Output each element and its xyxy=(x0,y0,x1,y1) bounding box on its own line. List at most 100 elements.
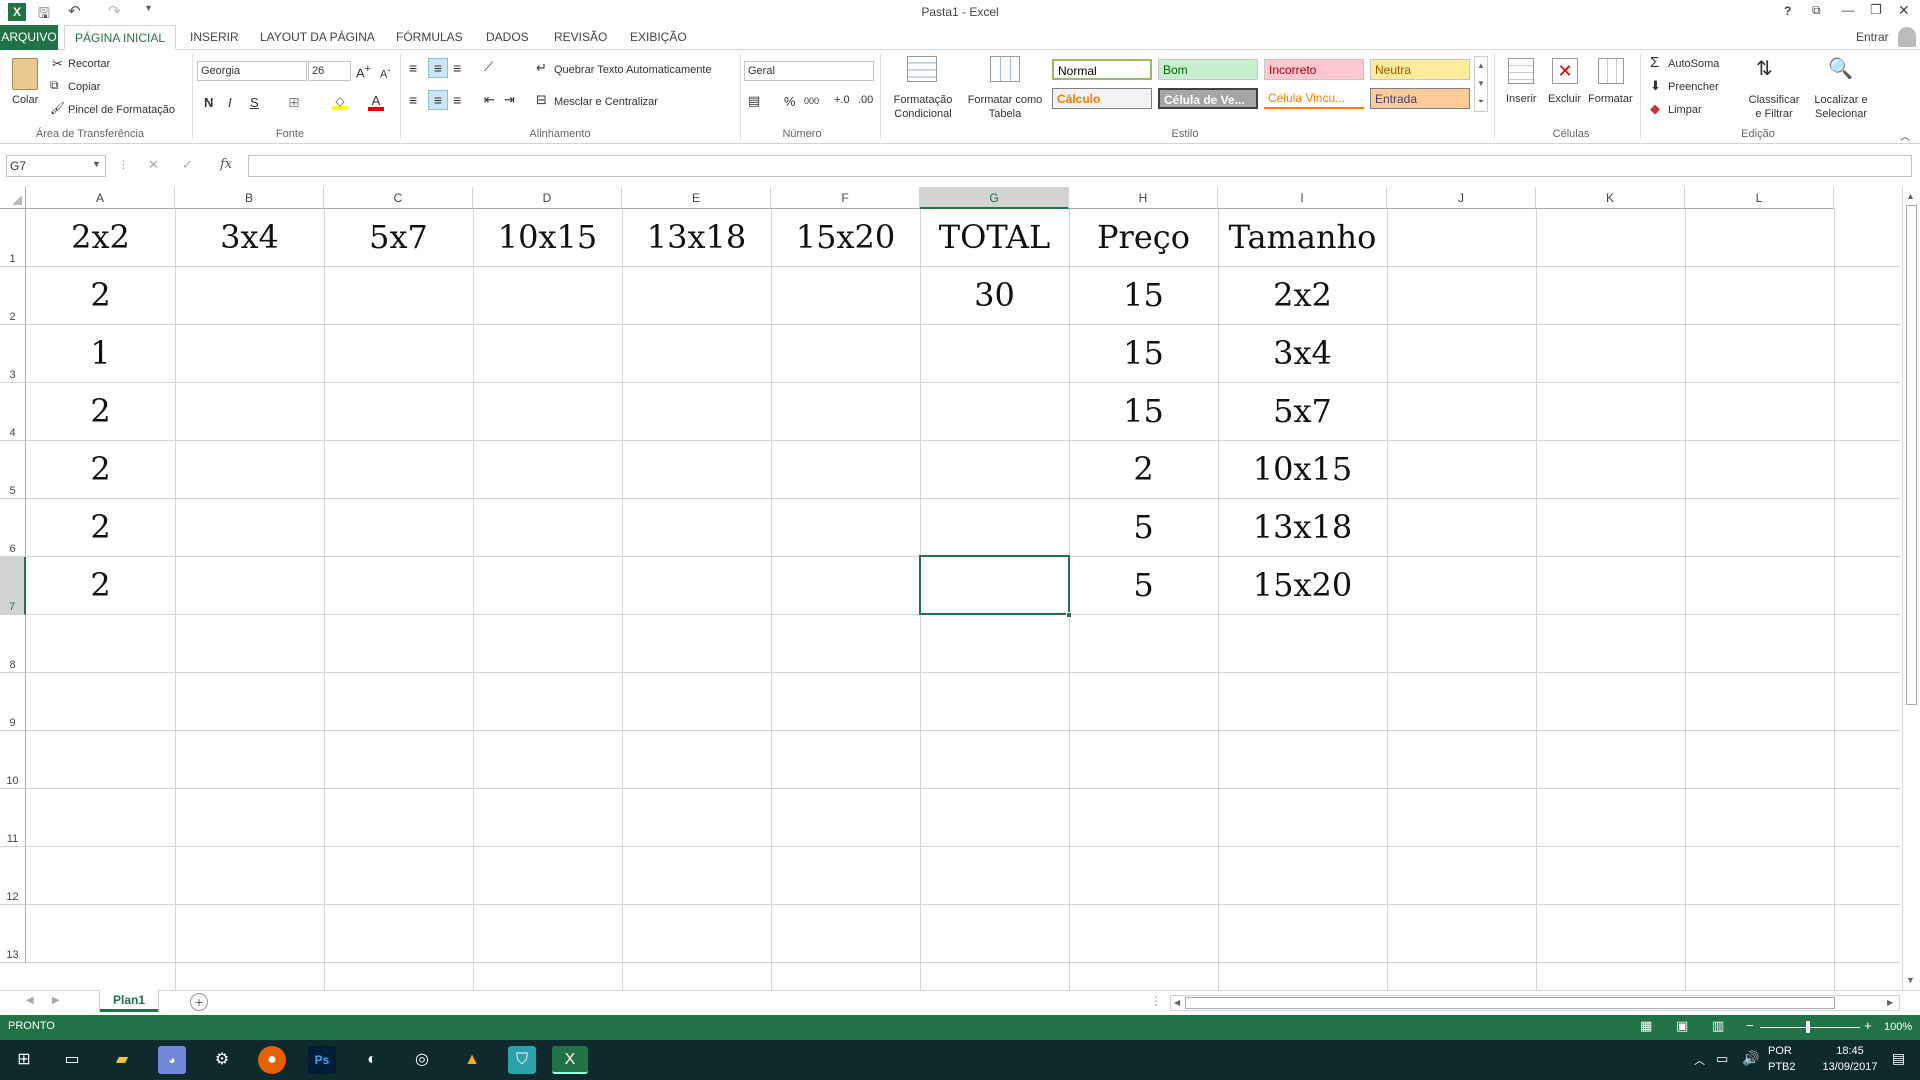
tab-split-handle[interactable]: ⋮ xyxy=(1150,994,1162,1008)
clear-icon[interactable]: ◆ xyxy=(1650,101,1660,117)
volume-icon[interactable]: 🔊 xyxy=(1742,1050,1759,1067)
autosum-button[interactable]: AutoSoma xyxy=(1668,58,1719,70)
ribbon-display-icon[interactable]: ⧉ xyxy=(1812,3,1821,18)
cell-c1[interactable]: 5x7 xyxy=(324,218,473,256)
style-good[interactable]: Bom xyxy=(1158,59,1258,80)
cell-b1[interactable]: 3x4 xyxy=(175,218,324,256)
new-sheet-button[interactable]: + xyxy=(190,993,208,1011)
merge-center-button[interactable]: Mesclar e Centralizar xyxy=(554,96,658,108)
fill-color-icon[interactable]: ◇ xyxy=(332,94,348,110)
align-bottom-icon[interactable]: ≡ xyxy=(453,60,461,76)
row-header-10[interactable]: 10 xyxy=(0,731,26,789)
formula-input[interactable] xyxy=(248,155,1912,177)
decrease-decimal-icon[interactable]: .00 xyxy=(858,94,873,106)
avatar-icon[interactable] xyxy=(1898,27,1916,47)
cell-g2[interactable]: 30 xyxy=(920,276,1069,314)
steam-icon[interactable]: ⚙ xyxy=(208,1046,236,1074)
style-bad[interactable]: Incorreto xyxy=(1264,59,1364,80)
borders-icon[interactable]: ⊞ xyxy=(288,94,300,111)
cell-i7[interactable]: 15x20 xyxy=(1218,566,1387,604)
scroll-down-icon[interactable]: ▼ xyxy=(1906,975,1915,985)
row-header-7[interactable]: 7 xyxy=(0,557,26,615)
format-painter-icon[interactable]: 🖌 xyxy=(50,101,65,115)
clear-button[interactable]: Limpar xyxy=(1668,104,1702,116)
collapse-ribbon-icon[interactable]: ︿ xyxy=(1900,128,1910,143)
orientation-icon[interactable]: ⟋ xyxy=(484,59,493,75)
column-header-b[interactable]: B xyxy=(175,187,324,209)
app-icon[interactable]: ▲ xyxy=(458,1046,486,1074)
sheet-tab-plan1[interactable]: Plan1 xyxy=(100,990,158,1012)
format-as-table-icon[interactable] xyxy=(990,56,1020,82)
copy-icon[interactable]: ⧉ xyxy=(50,78,59,93)
row-header-4[interactable]: 4 xyxy=(0,383,26,441)
row-header-9[interactable]: 9 xyxy=(0,673,26,731)
scroll-up-icon[interactable]: ▲ xyxy=(1906,191,1915,201)
cell-i6[interactable]: 13x18 xyxy=(1218,508,1387,546)
align-left-icon[interactable]: ≡ xyxy=(409,92,417,108)
cell-a2[interactable]: 2 xyxy=(26,276,175,314)
excel-taskbar-icon[interactable]: X xyxy=(552,1046,588,1074)
row-header-5[interactable]: 5 xyxy=(0,441,26,499)
fill-icon[interactable]: ⬇ xyxy=(1650,78,1661,94)
cut-icon[interactable]: ✂ xyxy=(52,56,63,72)
page-layout-view-icon[interactable]: ▣ xyxy=(1676,1018,1688,1034)
discord-icon[interactable]: ◕ xyxy=(158,1046,186,1074)
tab-page-layout[interactable]: LAYOUT DA PÁGINA xyxy=(250,25,385,50)
cell-h7[interactable]: 5 xyxy=(1069,566,1218,604)
file-explorer-icon[interactable]: ▰ xyxy=(108,1046,136,1074)
row-header-1[interactable]: 1 xyxy=(0,209,26,267)
style-neutral[interactable]: Neutra xyxy=(1370,59,1470,80)
minimize-icon[interactable]: — xyxy=(1842,3,1854,17)
tab-file[interactable]: ARQUIVO xyxy=(0,25,58,50)
tab-review[interactable]: REVISÃO xyxy=(544,25,617,50)
row-header-6[interactable]: 6 xyxy=(0,499,26,557)
cell-h6[interactable]: 5 xyxy=(1069,508,1218,546)
sort-filter-icon[interactable]: ⇅ xyxy=(1756,56,1773,81)
cut-button[interactable]: Recortar xyxy=(68,58,110,70)
customize-qat-icon[interactable]: ▾ xyxy=(146,3,151,14)
cell-a4[interactable]: 2 xyxy=(26,392,175,430)
row-header-13[interactable]: 13 xyxy=(0,905,26,963)
delete-cells-icon[interactable]: ✕ xyxy=(1552,58,1578,84)
cell-h1[interactable]: Preço xyxy=(1069,218,1218,256)
paste-icon[interactable] xyxy=(12,58,38,90)
close-icon[interactable]: ✕ xyxy=(1898,2,1910,19)
conditional-formatting-button[interactable]: Formatação Condicional xyxy=(888,93,958,121)
cell-h3[interactable]: 15 xyxy=(1069,334,1218,372)
clock-time[interactable]: 18:45 xyxy=(1820,1045,1880,1057)
font-size-select[interactable]: 26 xyxy=(308,61,351,81)
grow-font-icon[interactable]: A+ xyxy=(356,63,371,80)
column-header-j[interactable]: J xyxy=(1387,187,1536,209)
column-header-h[interactable]: H xyxy=(1069,187,1218,209)
obs-icon[interactable]: ◎ xyxy=(408,1046,436,1074)
save-icon[interactable]: 🖫 xyxy=(38,3,50,27)
tab-insert[interactable]: INSERIR xyxy=(180,25,249,50)
input-language[interactable]: POR xyxy=(1768,1045,1792,1057)
insert-function-icon[interactable]: fx xyxy=(220,157,232,172)
page-break-view-icon[interactable]: ▥ xyxy=(1712,1018,1724,1034)
cell-i5[interactable]: 10x15 xyxy=(1218,450,1387,488)
increase-indent-icon[interactable]: ⇥ xyxy=(504,92,515,108)
row-header-12[interactable]: 12 xyxy=(0,847,26,905)
align-center-icon[interactable]: ≡ xyxy=(428,90,448,110)
wrap-text-button[interactable]: Quebrar Texto Automaticamente xyxy=(554,64,712,76)
cell-a7[interactable]: 2 xyxy=(26,566,175,604)
zoom-level[interactable]: 100% xyxy=(1884,1021,1912,1033)
restore-icon[interactable]: ❐ xyxy=(1870,2,1882,18)
underline-button[interactable]: S xyxy=(250,95,259,110)
task-view-icon[interactable]: ▭ xyxy=(58,1046,86,1074)
column-header-d[interactable]: D xyxy=(473,187,622,209)
column-header-l[interactable]: L xyxy=(1685,187,1834,209)
wrap-text-icon[interactable]: ↵ xyxy=(536,60,547,76)
conditional-formatting-icon[interactable] xyxy=(907,56,937,82)
column-header-k[interactable]: K xyxy=(1536,187,1685,209)
tab-home[interactable]: PÁGINA INICIAL xyxy=(64,25,177,50)
align-right-icon[interactable]: ≡ xyxy=(453,92,461,108)
sign-in-link[interactable]: Entrar xyxy=(1856,30,1889,44)
tab-formulas[interactable]: FÓRMULAS xyxy=(386,25,473,50)
shrink-font-icon[interactable]: A- xyxy=(380,65,390,81)
fill-button[interactable]: Preencher xyxy=(1668,81,1719,93)
format-cells-button[interactable]: Formatar xyxy=(1588,93,1633,105)
row-header-8[interactable]: 8 xyxy=(0,615,26,673)
security-icon[interactable]: ⛉ xyxy=(508,1046,536,1074)
